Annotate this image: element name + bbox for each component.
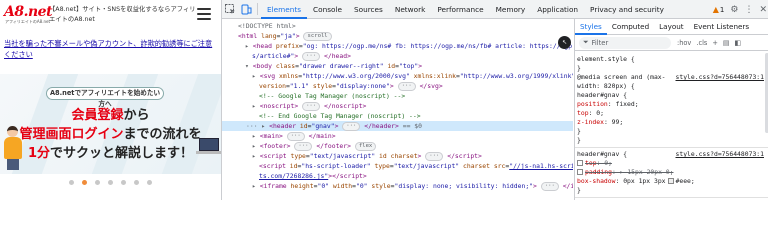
- style-rule-line[interactable]: }: [577, 127, 767, 136]
- more-options-icon[interactable]: ⋮: [744, 5, 753, 15]
- carousel-dot[interactable]: [69, 180, 74, 185]
- style-rule-line[interactable]: box-shadow: 0px 1px 3px #eee;: [577, 177, 767, 186]
- carousel-dot[interactable]: [147, 180, 152, 185]
- person-illustration: [2, 126, 24, 170]
- dom-node[interactable]: <!DOCTYPE html>: [222, 21, 573, 31]
- dom-node[interactable]: ▾ <body class="drawer drawer--right" id=…: [222, 61, 573, 71]
- dom-node-selected[interactable]: ··· ▸ <header id="gnav"> ··· </header> =…: [222, 121, 573, 131]
- laptop-illustration: [196, 138, 221, 156]
- dom-node[interactable]: ▸ <footer> ··· </footer> flex: [222, 141, 573, 151]
- hero-banner[interactable]: A8.netでアフィリエイトを始めたい方へ 会員登録から 管理画面ログインまでの…: [0, 74, 221, 174]
- inspect-element-icon[interactable]: [222, 0, 238, 19]
- device-toolbar-icon[interactable]: [238, 0, 254, 19]
- tab-performance[interactable]: Performance: [431, 0, 489, 19]
- dom-node[interactable]: <script id="hs-script-loader" type="text…: [222, 161, 573, 171]
- carousel-dot[interactable]: [108, 180, 113, 185]
- style-rule-line[interactable]: position: fixed;: [577, 100, 767, 109]
- dom-node[interactable]: ▸ <svg xmlns="http://www.w3.org/2000/svg…: [222, 71, 573, 81]
- tab-network[interactable]: Network: [389, 0, 431, 19]
- tab-memory[interactable]: Memory: [490, 0, 532, 19]
- style-rule-line[interactable]: @media screen and (max-style.css?d=75644…: [577, 73, 767, 82]
- style-rule-line[interactable]: width: 820px) {: [577, 82, 767, 91]
- devtools-tabs: Elements Console Sources Network Performance…: [261, 0, 670, 19]
- stylesheet-link[interactable]: style.css?d=756448073:1: [676, 150, 765, 159]
- carousel-dots: [0, 180, 221, 185]
- devtools-toolbar: Elements Console Sources Network Performance…: [222, 0, 768, 19]
- dom-node[interactable]: s/article#"> ··· </head>: [222, 51, 573, 61]
- filter-tools: :hov .cls +: [677, 39, 718, 47]
- styles-tab-event-listeners[interactable]: Event Listeners: [689, 19, 755, 35]
- styles-tab-layout[interactable]: Layout: [654, 19, 688, 35]
- stylesheet-link[interactable]: style.css?d=756448073:1: [676, 73, 765, 82]
- style-rule-line[interactable]: }: [577, 136, 767, 145]
- fraud-notice-link[interactable]: 当社を騙った不審メールや偽アカウント、詐欺的勧誘等にご注意ください: [4, 38, 218, 60]
- toolbar-right: ▲ 1 ⚙ ⋮ ✕: [713, 0, 767, 19]
- logo-text: A8.net: [4, 4, 53, 20]
- dom-node[interactable]: ▸ <noscript> ··· </noscript>: [222, 101, 573, 111]
- settings-gear-icon[interactable]: ⚙: [730, 5, 738, 15]
- style-rule-line[interactable]: element.style {: [577, 55, 767, 64]
- banner-headline-3: 1分でサクッと解説します！: [27, 146, 194, 161]
- styles-tab-styles[interactable]: Styles: [575, 19, 607, 35]
- webpage-viewport: A8.net アフィリエイトのA8.net 【A8.net】サイト・SNSを収益…: [0, 0, 221, 200]
- banner-headline-1: 会員登録から: [71, 108, 150, 123]
- computed-sidebar-icon[interactable]: ◧: [735, 39, 742, 47]
- filter-tool[interactable]: .cls: [696, 39, 707, 47]
- dom-node[interactable]: <!-- End Google Tag Manager (noscript) -…: [222, 111, 573, 121]
- dom-node[interactable]: ▸ <iframe height="0" width="0" style="di…: [222, 181, 573, 191]
- styles-subtabs: Styles Computed Layout Event Listeners: [575, 19, 768, 35]
- filter-input[interactable]: ⏷ Filter: [579, 36, 671, 49]
- banner-headline-2: 管理画面ログインまでの流れを: [19, 127, 202, 142]
- carousel-dot[interactable]: [134, 180, 139, 185]
- close-icon[interactable]: ✕: [759, 5, 767, 15]
- warning-badge[interactable]: ▲ 1: [713, 5, 725, 14]
- new-style-rule-icon[interactable]: ▤: [723, 39, 730, 47]
- site-header: A8.net アフィリエイトのA8.net 【A8.net】サイト・SNSを収益…: [0, 0, 221, 28]
- warning-icon: ▲: [712, 5, 719, 14]
- tab-application[interactable]: Application: [531, 0, 584, 19]
- tab-privacy-and-security[interactable]: Privacy and security: [584, 0, 670, 19]
- styles-pane: Styles Computed Layout Event Listeners ⏷ Fi…: [574, 19, 768, 200]
- styles-tab-computed[interactable]: Computed: [607, 19, 654, 35]
- style-rule-line[interactable]: header#gnav {style.css?d=756448073:1: [577, 150, 767, 159]
- banner-pill: A8.netでアフィリエイトを始めたい方へ: [46, 87, 164, 108]
- style-rule-line[interactable]: }: [577, 64, 767, 73]
- filter-tool[interactable]: +: [712, 39, 718, 47]
- dom-node[interactable]: <!-- Google Tag Manager (noscript) -->: [222, 91, 573, 101]
- style-rule-line[interactable]: padding: ▸ 15px 20px 0;: [577, 168, 767, 177]
- tab-console[interactable]: Console: [307, 0, 348, 19]
- devtools-panel: Elements Console Sources Network Performance…: [221, 0, 768, 200]
- style-rule-line[interactable]: header#gnav {: [577, 91, 767, 100]
- logo-subtext: アフィリエイトのA8.net: [5, 19, 51, 24]
- elements-tree: <!DOCTYPE html> <html lang="ja"> scroll ▸ …: [222, 19, 573, 200]
- dom-node[interactable]: ▸ <head prefix="og: https://ogp.me/ns# f…: [222, 41, 573, 51]
- carousel-dot[interactable]: [82, 180, 87, 185]
- style-rule-line[interactable]: }: [577, 186, 767, 195]
- carousel-dot[interactable]: [121, 180, 126, 185]
- tab-sources[interactable]: Sources: [348, 0, 389, 19]
- filter-icon: ⏷: [583, 38, 589, 46]
- dom-node[interactable]: version="1.1" style="display:none"> ··· …: [222, 81, 573, 91]
- dom-node[interactable]: ▸ <script type="text/javascript" id char…: [222, 151, 573, 161]
- site-tagline: 【A8.net】サイト・SNSを収益化するならアフィリエイトのA8.net: [49, 6, 196, 23]
- carousel-dot[interactable]: [95, 180, 100, 185]
- cursor-icon[interactable]: ↖: [558, 36, 571, 49]
- style-rule-line[interactable]: top: 0;: [577, 109, 767, 118]
- dom-node[interactable]: ▸ <main> ··· </main>: [222, 131, 573, 141]
- filter-tool[interactable]: :hov: [677, 39, 691, 47]
- dom-node[interactable]: <html lang="ja"> scroll: [222, 31, 573, 41]
- styles-filter-bar: ⏷ Filter :hov .cls + ▤ ◧: [575, 35, 768, 51]
- hamburger-menu-icon[interactable]: [197, 8, 211, 20]
- site-logo[interactable]: A8.net アフィリエイトのA8.net: [4, 4, 53, 26]
- tab-elements[interactable]: Elements: [261, 0, 308, 19]
- style-rule-line[interactable]: z-index: 99;: [577, 118, 767, 127]
- dom-node[interactable]: ts.com/7268286.js"></script>: [222, 171, 573, 181]
- style-rule-line[interactable]: top: 0;: [577, 159, 767, 168]
